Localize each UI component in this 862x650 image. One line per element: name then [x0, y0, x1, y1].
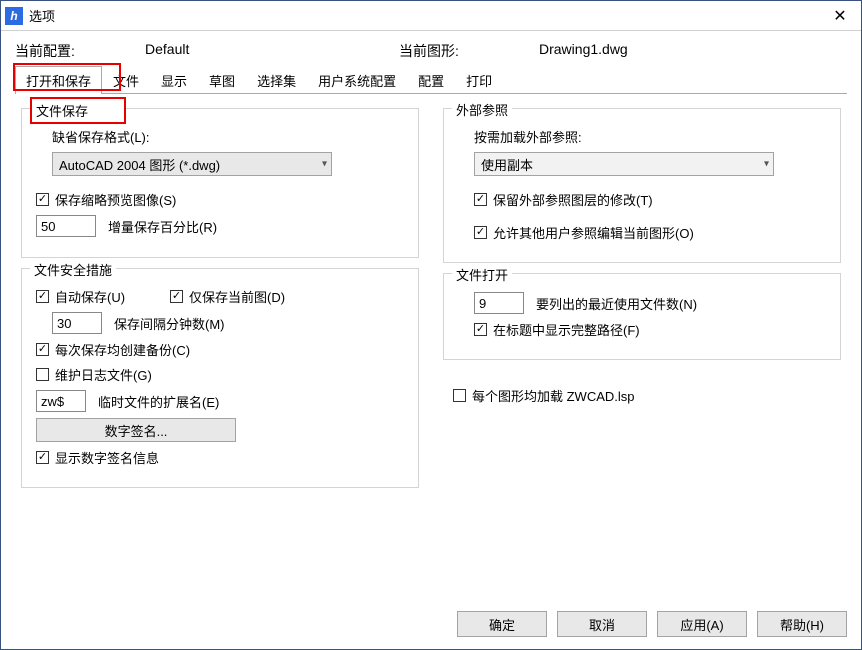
temp-ext-input[interactable]	[36, 390, 86, 412]
save-current-only-checkbox[interactable]	[170, 290, 183, 303]
save-thumbnail-label: 保存缩略预览图像(S)	[55, 190, 176, 209]
tab-print[interactable]: 打印	[455, 66, 503, 94]
titlebar: h 选项 ✕	[1, 1, 861, 31]
allow-others-checkbox[interactable]	[474, 226, 487, 239]
chevron-down-icon: ▾	[764, 159, 769, 170]
incremental-pct-label: 增量保存百分比(R)	[108, 217, 217, 236]
chevron-down-icon: ▾	[322, 159, 327, 170]
file-safety-title: 文件安全措施	[30, 260, 116, 279]
incremental-pct-input[interactable]	[36, 215, 96, 237]
autosave-interval-input[interactable]	[52, 312, 102, 334]
app-icon: h	[5, 7, 23, 25]
help-button[interactable]: 帮助(H)	[757, 611, 847, 637]
ok-button[interactable]: 确定	[457, 611, 547, 637]
save-thumbnail-checkbox[interactable]	[36, 193, 49, 206]
show-sig-checkbox[interactable]	[36, 451, 49, 464]
current-config-value: Default	[145, 41, 399, 61]
current-drawing-value: Drawing1.dwg	[539, 41, 628, 61]
autosave-checkbox[interactable]	[36, 290, 49, 303]
backup-each-checkbox[interactable]	[36, 343, 49, 356]
current-drawing-label: 当前图形:	[399, 41, 539, 61]
load-lsp-label: 每个图形均加载 ZWCAD.lsp	[472, 386, 635, 405]
autosave-interval-label: 保存间隔分钟数(M)	[114, 314, 225, 333]
close-button[interactable]: ✕	[819, 1, 861, 31]
tab-profile[interactable]: 配置	[407, 66, 455, 94]
tabs: 打开和保存 文件 显示 草图 选择集 用户系统配置 配置 打印	[15, 65, 847, 93]
footer: 确定 取消 应用(A) 帮助(H)	[1, 599, 861, 649]
file-save-group: 文件保存 缺省保存格式(L): AutoCAD 2004 图形 (*.dwg) …	[21, 108, 419, 258]
xref-title: 外部参照	[452, 100, 512, 119]
save-current-only-label: 仅保存当前图(D)	[189, 287, 285, 306]
file-safety-group: 文件安全措施 自动保存(U) 仅保存当前图(D) 保存间隔分钟数(M)	[21, 268, 419, 488]
digital-signature-button[interactable]: 数字签名...	[36, 418, 236, 442]
autosave-label: 自动保存(U)	[55, 287, 170, 306]
tab-display[interactable]: 显示	[150, 66, 198, 94]
temp-ext-label: 临时文件的扩展名(E)	[98, 392, 219, 411]
load-lsp-checkbox[interactable]	[453, 389, 466, 402]
allow-others-label: 允许其他用户参照编辑当前图形(O)	[493, 223, 694, 242]
window-title: 选项	[29, 6, 819, 25]
tab-user-prefs[interactable]: 用户系统配置	[307, 66, 407, 94]
tab-body: 文件保存 缺省保存格式(L): AutoCAD 2004 图形 (*.dwg) …	[15, 93, 847, 599]
on-demand-select[interactable]: 使用副本 ▾	[474, 152, 774, 176]
left-column: 文件保存 缺省保存格式(L): AutoCAD 2004 图形 (*.dwg) …	[21, 108, 419, 593]
default-format-value: AutoCAD 2004 图形 (*.dwg)	[59, 155, 220, 174]
file-open-title: 文件打开	[452, 265, 512, 284]
right-column: 外部参照 按需加载外部参照: 使用副本 ▾ 保留外部参照图层的修改(T)	[443, 108, 841, 593]
show-sig-label: 显示数字签名信息	[55, 448, 159, 467]
maintain-log-checkbox[interactable]	[36, 368, 49, 381]
retain-layers-checkbox[interactable]	[474, 193, 487, 206]
recent-count-label: 要列出的最近使用文件数(N)	[536, 294, 697, 313]
tab-open-save[interactable]: 打开和保存	[15, 66, 102, 94]
show-full-path-checkbox[interactable]	[474, 323, 487, 336]
current-config-label: 当前配置:	[15, 41, 145, 61]
on-demand-label: 按需加载外部参照:	[458, 127, 826, 146]
retain-layers-label: 保留外部参照图层的修改(T)	[493, 190, 653, 209]
maintain-log-label: 维护日志文件(G)	[55, 365, 152, 384]
apply-button[interactable]: 应用(A)	[657, 611, 747, 637]
tab-file[interactable]: 文件	[102, 66, 150, 94]
content-area: 当前配置: Default 当前图形: Drawing1.dwg 打开和保存 文…	[1, 31, 861, 599]
default-format-label: 缺省保存格式(L):	[36, 127, 404, 146]
backup-each-label: 每次保存均创建备份(C)	[55, 340, 190, 359]
tab-sketch[interactable]: 草图	[198, 66, 246, 94]
file-open-group: 文件打开 要列出的最近使用文件数(N) 在标题中显示完整路径(F)	[443, 273, 841, 360]
options-dialog: h 选项 ✕ 当前配置: Default 当前图形: Drawing1.dwg …	[0, 0, 862, 650]
on-demand-value: 使用副本	[481, 155, 533, 174]
default-format-select[interactable]: AutoCAD 2004 图形 (*.dwg) ▾	[52, 152, 332, 176]
cancel-button[interactable]: 取消	[557, 611, 647, 637]
config-row: 当前配置: Default 当前图形: Drawing1.dwg	[15, 41, 847, 61]
recent-count-input[interactable]	[474, 292, 524, 314]
xref-group: 外部参照 按需加载外部参照: 使用副本 ▾ 保留外部参照图层的修改(T)	[443, 108, 841, 263]
file-save-title: 文件保存	[30, 97, 126, 124]
show-full-path-label: 在标题中显示完整路径(F)	[493, 320, 640, 339]
tab-selection[interactable]: 选择集	[246, 66, 307, 94]
